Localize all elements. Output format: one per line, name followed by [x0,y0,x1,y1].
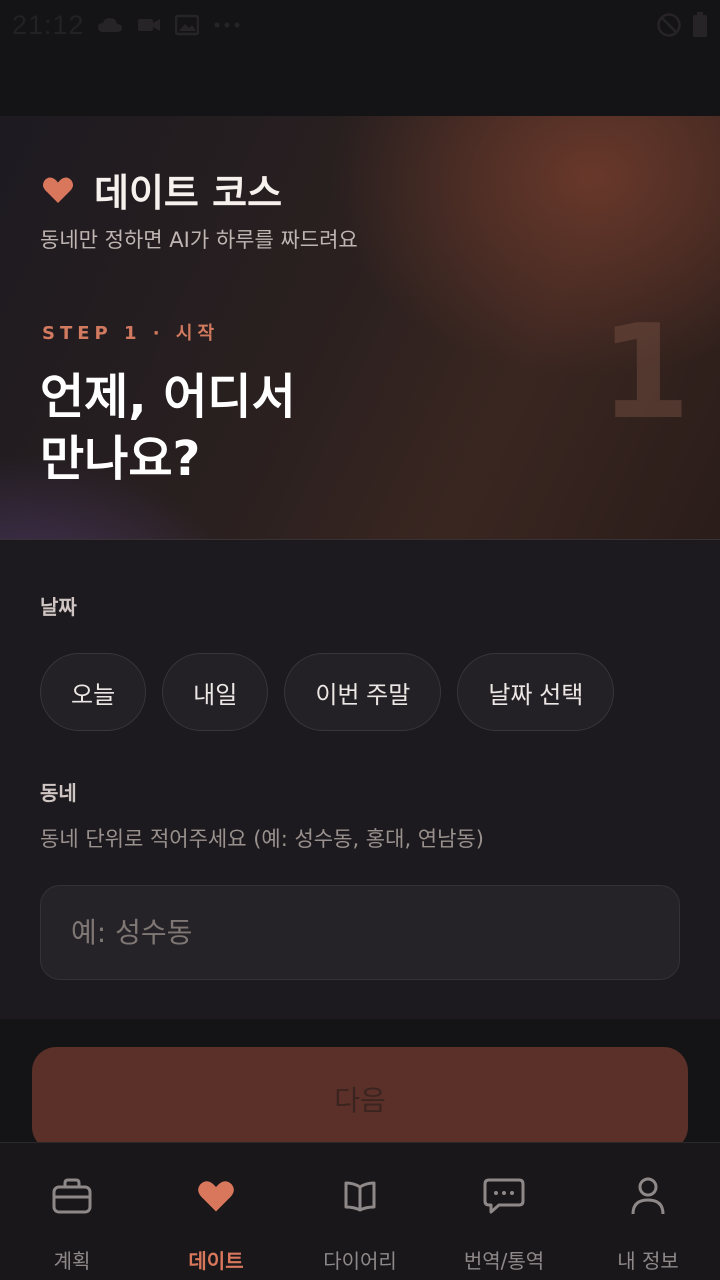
neighborhood-input[interactable] [71,916,679,949]
nav-item-plan[interactable]: 계획 [0,1143,144,1280]
step-label: STEP 1 · 시작 [42,323,220,344]
page-title: 데이트 코스 [94,171,283,215]
date-options: 오늘 내일 이번 주말 날짜 선택 [40,653,615,731]
neighborhood-label: 동네 [40,781,77,805]
neighborhood-input-container[interactable] [40,885,680,980]
question-line-1: 언제, 어디서 [40,369,296,425]
nav-label-date: 데이트 [188,1249,244,1273]
nav-label-diary: 다이어리 [323,1249,397,1273]
nav-label-plan: 계획 [53,1249,91,1273]
chat-bubble-icon [483,1173,525,1219]
step-number: 1 [600,296,691,448]
hero-banner: 데이트 코스 동네만 정하면 AI가 하루를 짜드려요 STEP 1 · 시작 … [0,116,720,540]
question-line-2: 만나요? [40,431,201,487]
briefcase-icon [52,1173,92,1219]
top-spacer [0,50,720,116]
date-label: 날짜 [40,595,77,619]
status-right [656,12,708,38]
date-option-today[interactable]: 오늘 [40,653,147,731]
status-time: 21:12 [12,9,85,40]
date-location-form: 날짜 오늘 내일 이번 주말 날짜 선택 동네 동네 단위로 적어주세요 (예:… [0,541,720,1019]
battery-icon [693,12,707,37]
bottom-nav: 계획 데이트 다이어리 번역/통역 내 정보 [0,1142,720,1280]
nav-item-diary[interactable]: 다이어리 [288,1143,432,1280]
book-icon [343,1173,377,1219]
hero-subtitle: 동네만 정하면 AI가 하루를 짜드려요 [40,228,358,252]
person-icon [630,1173,666,1219]
date-option-this-weekend[interactable]: 이번 주말 [284,653,442,731]
image-icon [174,14,199,36]
nav-item-translate[interactable]: 번역/통역 [432,1143,576,1280]
app-screen: 21:12 데이트 코스 동네만 정하면 AI가 하루를 짜드려요 STEP 1… [0,0,720,1280]
next-button[interactable]: 다음 [32,1047,688,1151]
cloud-icon [97,18,122,32]
heart-icon [42,177,74,203]
date-option-pick-date[interactable]: 날짜 선택 [457,653,615,731]
nav-item-date[interactable]: 데이트 [144,1143,288,1280]
heart-icon [197,1173,235,1219]
date-option-tomorrow[interactable]: 내일 [162,653,269,731]
do-not-disturb-icon [657,13,681,37]
nav-label-translate: 번역/통역 [463,1249,545,1273]
nav-item-profile[interactable]: 내 정보 [576,1143,720,1280]
nav-label-profile: 내 정보 [617,1249,679,1273]
hero-title-row: 데이트 코스 [42,162,282,217]
status-icons [97,14,241,36]
status-bar: 21:12 [0,0,720,50]
step-question: 언제, 어디서 만나요? [40,366,440,490]
video-icon [137,19,160,31]
neighborhood-helper-text: 동네 단위로 적어주세요 (예: 성수동, 홍대, 연남동) [40,827,484,851]
more-dots-icon [214,22,240,28]
